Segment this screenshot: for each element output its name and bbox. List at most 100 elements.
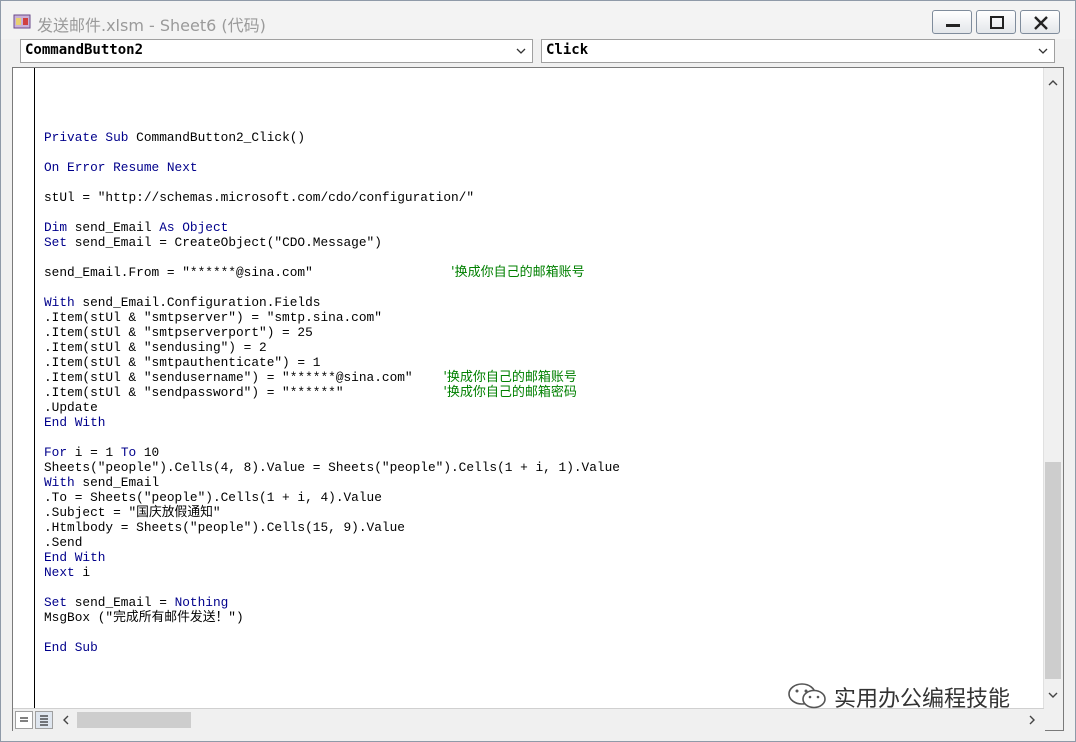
code-text-segment: Sheets("people").Cells(4, 8).Value = She… [44,460,620,475]
code-line[interactable]: With send_Email.Configuration.Fields [44,295,620,310]
code-line[interactable] [44,100,620,115]
code-comment: '换成你自己的邮箱账号 [443,370,577,385]
code-text[interactable]: Private Sub CommandButton2_Click() On Err… [44,100,620,655]
code-text-segment: .Item(stUl & "smtpserverport") = 25 [44,325,313,340]
code-line[interactable]: .Item(stUl & "sendusername") = "******@s… [44,370,620,385]
code-line[interactable] [44,280,620,295]
code-window: 发送邮件.xlsm - Sheet6 (代码) CommandButton2 C… [0,0,1076,742]
margin-indicator-bar[interactable] [13,68,35,708]
close-button[interactable] [1020,10,1060,34]
code-text-segment: .Item(stUl & "smtpauthenticate") = 1 [44,355,321,370]
scroll-down-icon[interactable] [1046,688,1060,702]
code-text-segment: .To = Sheets("people").Cells(1 + i, 4).V… [44,490,382,505]
code-line[interactable] [44,175,620,190]
code-line[interactable]: End With [44,415,620,430]
scroll-right-icon[interactable] [1025,713,1039,727]
code-line[interactable]: MsgBox ("完成所有邮件发送！") [44,610,620,625]
object-dropdown-value: CommandButton2 [25,42,144,58]
maximize-button[interactable] [976,10,1016,34]
minimize-button[interactable] [932,10,972,34]
minimize-icon [946,24,960,27]
code-line[interactable]: On Error Resume Next [44,160,620,175]
code-line[interactable]: Private Sub CommandButton2_Click() [44,130,620,145]
code-text-segment: .Item(stUl & "sendusing") = 2 [44,340,267,355]
code-line[interactable]: .Item(stUl & "smtpserverport") = 25 [44,325,620,340]
code-editor[interactable]: Private Sub CommandButton2_Click() On Err… [12,67,1064,731]
code-line[interactable] [44,145,620,160]
full-module-view-button[interactable] [35,711,53,729]
code-keyword: Set [44,595,68,610]
code-text-segment: send_Email.From = "******@sina.com" [44,265,452,280]
code-line[interactable]: With send_Email [44,475,620,490]
code-keyword: Nothing [174,595,229,610]
code-line[interactable]: send_Email.From = "******@sina.com" '换成你… [44,265,620,280]
code-comment: '换成你自己的邮箱账号 [451,265,585,280]
code-keyword: As Object [159,220,229,235]
code-line[interactable]: Next i [44,565,620,580]
code-line[interactable]: .Htmlbody = Sheets("people").Cells(15, 9… [44,520,620,535]
code-line[interactable] [44,115,620,130]
code-line[interactable] [44,625,620,640]
code-keyword: For [44,445,68,460]
code-text-segment: send_Email [67,220,160,235]
code-keyword: On Error Resume Next [44,160,198,175]
code-keyword: Private Sub [44,130,129,145]
code-line[interactable]: End With [44,550,620,565]
maximize-icon [990,16,1004,29]
code-line[interactable]: .To = Sheets("people").Cells(1 + i, 4).V… [44,490,620,505]
code-keyword: To [120,445,137,460]
code-keyword: Next [44,565,75,580]
code-line[interactable]: .Send [44,535,620,550]
code-text-segment: .Item(stUl & "smtpserver") = "smtp.sina.… [44,310,382,325]
code-text-segment: MsgBox ("完成所有邮件发送！") [44,610,244,625]
full-module-view-icon [40,715,48,726]
code-keyword: Set [44,235,68,250]
horizontal-scroll-thumb[interactable] [77,712,191,728]
code-line[interactable]: Set send_Email = Nothing [44,595,620,610]
code-line[interactable]: .Item(stUl & "sendusing") = 2 [44,340,620,355]
code-line[interactable] [44,580,620,595]
watermark-text: 实用办公编程技能 [834,687,1011,712]
procedure-view-icon [20,717,28,722]
scroll-up-icon[interactable] [1046,76,1060,90]
code-line[interactable]: .Subject = "国庆放假通知" [44,505,620,520]
chevron-down-icon [1038,48,1048,54]
chevron-down-icon [516,48,526,54]
object-dropdown[interactable]: CommandButton2 [20,39,533,63]
code-text-segment: .Send [44,535,83,550]
code-text-segment: send_Email [74,475,160,490]
code-line[interactable]: Dim send_Email As Object [44,220,620,235]
vertical-scroll-thumb[interactable] [1045,462,1061,679]
scroll-left-icon[interactable] [59,713,73,727]
code-keyword: End With [44,550,106,565]
code-line[interactable]: Set send_Email = CreateObject("CDO.Messa… [44,235,620,250]
code-line[interactable] [44,250,620,265]
code-line[interactable]: .Item(stUl & "smtpauthenticate") = 1 [44,355,620,370]
code-keyword: With [44,295,75,310]
code-line[interactable]: .Item(stUl & "smtpserver") = "smtp.sina.… [44,310,620,325]
procedure-view-button[interactable] [15,711,33,729]
code-line[interactable]: .Item(stUl & "sendpassword") = "******" … [44,385,620,400]
code-line[interactable]: For i = 1 To 10 [44,445,620,460]
watermark: 实用办公编程技能 [786,681,1010,712]
close-icon [1034,16,1048,30]
code-line[interactable]: .Update [44,400,620,415]
code-line[interactable] [44,430,620,445]
code-keyword: Dim [44,220,68,235]
code-line[interactable]: Sheets("people").Cells(4, 8).Value = She… [44,460,620,475]
title-bar[interactable]: 发送邮件.xlsm - Sheet6 (代码) [1,1,1075,39]
procedure-dropdown[interactable]: Click [541,39,1055,63]
code-text-segment: i = 1 [67,445,121,460]
code-line[interactable] [44,205,620,220]
wechat-icon [788,683,826,709]
vertical-scrollbar[interactable] [1043,68,1063,708]
code-text-segment: send_Email.Configuration.Fields [74,295,321,310]
code-line[interactable]: stUl = "http://schemas.microsoft.com/cdo… [44,190,620,205]
code-keyword: With [44,475,75,490]
code-text-segment: i [74,565,91,580]
window-title: 发送邮件.xlsm - Sheet6 (代码) [37,16,266,35]
code-text-segment: .Item(stUl & "sendusername") = "******@s… [44,370,444,385]
procedure-dropdown-value: Click [546,42,589,58]
code-line[interactable]: End Sub [44,640,620,655]
code-keyword: End Sub [44,640,98,655]
